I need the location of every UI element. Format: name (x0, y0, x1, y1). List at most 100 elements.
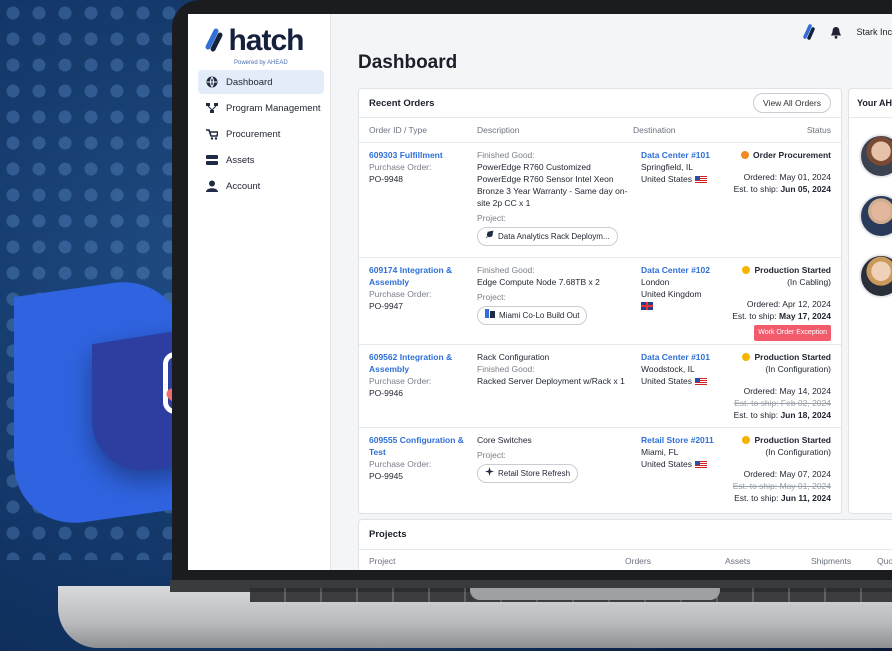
orders-table-header: Order ID / Type Description Destination … (359, 118, 841, 143)
exception-badge[interactable]: Work Order Exception (754, 325, 831, 341)
table-row[interactable]: 609562 Integration & Assembly Purchase O… (359, 345, 841, 428)
status-badge: Production Started (731, 264, 831, 276)
status-badge: Production Started (731, 351, 831, 363)
project-label: Project: (477, 213, 506, 223)
server-icon (206, 154, 218, 166)
hatch-logo-icon (205, 28, 223, 52)
table-row[interactable]: 609174 Integration & Assembly Purchase O… (359, 258, 841, 345)
description-text: Racked Server Deployment w/Rack x 1 (477, 376, 625, 386)
po-number: PO-9945 (369, 471, 404, 481)
ship-date: Jun 18, 2024 (780, 410, 831, 420)
status-dot-icon (742, 436, 751, 444)
uk-flag-icon (641, 302, 653, 310)
ship-date-line: Est. to ship: Jun 11, 2024 (731, 492, 831, 504)
status-dot-icon (742, 266, 751, 274)
description-label: Finished Good: (477, 364, 535, 374)
column-header[interactable]: Shipments (811, 556, 851, 566)
order-id-link[interactable]: 609174 Integration & Assembly (369, 264, 477, 288)
order-id-link[interactable]: 609562 Integration & Assembly (369, 351, 477, 375)
brand-name: hatch (228, 24, 304, 57)
projects-panel: Projects Project Orders Assets Shipments… (358, 519, 892, 570)
description-text: Edge Compute Node 7.68TB x 2 (477, 277, 600, 287)
project-chip-label: Data Analytics Rack Deploym... (498, 231, 610, 241)
description-title: Rack Configuration (477, 352, 550, 362)
avatar[interactable] (859, 194, 892, 238)
column-header[interactable]: Orders (625, 556, 651, 566)
cart-icon (206, 128, 218, 140)
previous-ship-date: Est. to ship: May 01, 2024 (732, 481, 831, 491)
status-badge: Order Procurement (731, 149, 831, 161)
user-icon (206, 180, 218, 192)
column-header[interactable]: Description (477, 125, 633, 135)
us-flag-icon (695, 461, 708, 469)
column-header[interactable]: Status (723, 125, 831, 135)
ordered-date: Ordered: May 01, 2024 (743, 172, 831, 182)
ship-date-line: Est. to ship: Jun 05, 2024 (731, 183, 831, 195)
ship-label: Est. to ship: (733, 184, 779, 194)
bell-icon[interactable] (830, 26, 842, 39)
status-dot-icon (741, 151, 750, 159)
table-row[interactable]: 609555 Configuration & Test Purchase Ord… (359, 428, 841, 513)
description-label: Finished Good: (477, 150, 535, 160)
description-label: Finished Good: (477, 265, 535, 275)
recent-orders-header: Recent Orders View All Orders (359, 89, 841, 118)
brand-logo[interactable]: hatch Powered by AHEAD (204, 24, 304, 66)
hatch-logo-icon[interactable] (802, 23, 816, 41)
project-label: Project: (477, 450, 506, 460)
sidebar-item-dashboard[interactable]: Dashboard (198, 70, 324, 94)
ship-label: Est. to ship: (733, 410, 779, 420)
destination-name[interactable]: Data Center #102 (641, 264, 731, 276)
page-title: Dashboard (358, 52, 458, 73)
brand-tagline: Powered by AHEAD (234, 60, 288, 66)
project-chip[interactable]: Data Analytics Rack Deploym... (477, 227, 618, 246)
order-id-link[interactable]: 609555 Configuration & Test (369, 434, 477, 458)
project-chip[interactable]: Miami Co-Lo Build Out (477, 306, 588, 325)
status-text: Production Started (754, 352, 831, 362)
ordered-date: Ordered: Apr 12, 2024 (746, 299, 831, 309)
ship-label: Est. to ship: (732, 311, 777, 321)
sidebar-item-label: Program Management (226, 102, 321, 114)
status-substep: (In Cabling) (787, 277, 831, 287)
destination-country: United States (641, 174, 693, 184)
destination-country: United States (641, 459, 693, 469)
destination-name[interactable]: Data Center #101 (641, 351, 731, 363)
previous-ship-date: Est. to ship: Feb 02, 2024 (734, 398, 831, 408)
column-header[interactable]: Assets (725, 556, 751, 566)
order-id-link[interactable]: 609303 Fulfillment (369, 149, 477, 161)
destination-city: Woodstock, IL (641, 364, 695, 374)
table-row[interactable]: 609303 Fulfillment Purchase Order: PO-99… (359, 143, 841, 258)
ordered-date: Ordered: May 07, 2024 (743, 469, 831, 479)
column-header[interactable]: Order ID / Type (369, 125, 477, 135)
sidebar-item-program-management[interactable]: Program Management (198, 96, 324, 120)
status-text: Order Procurement (753, 150, 831, 160)
avatar[interactable] (859, 254, 892, 298)
column-header[interactable]: Quot (877, 556, 892, 566)
network-icon (206, 102, 218, 114)
po-label: Purchase Order: (369, 376, 432, 386)
projects-table-header: Project Orders Assets Shipments Quot (359, 550, 892, 570)
project-chip[interactable]: Retail Store Refresh (477, 464, 579, 483)
sidebar: hatch Powered by AHEAD Dashboard Program… (188, 14, 331, 570)
ship-label: Est. to ship: (734, 493, 779, 503)
column-header[interactable]: Project (369, 556, 395, 566)
view-all-orders-button[interactable]: View All Orders (753, 93, 831, 113)
us-flag-icon (695, 176, 708, 184)
recent-orders-title: Recent Orders (369, 97, 435, 109)
sidebar-item-label: Account (226, 180, 261, 192)
sidebar-item-label: Assets (226, 154, 255, 166)
sidebar-item-assets[interactable]: Assets (198, 148, 324, 172)
po-number: PO-9948 (369, 174, 404, 184)
project-chip-label: Retail Store Refresh (498, 468, 571, 478)
destination-name[interactable]: Retail Store #2011 (641, 434, 731, 446)
status-substep: (In Configuration) (765, 364, 831, 374)
org-name[interactable]: Stark Inc (856, 27, 892, 37)
projects-title: Projects (359, 520, 892, 550)
ship-date: Jun 05, 2024 (780, 184, 831, 194)
column-header[interactable]: Destination (633, 125, 723, 135)
destination-name[interactable]: Data Center #101 (641, 149, 731, 161)
avatar[interactable] (859, 134, 892, 178)
description-text: PowerEdge R760 Customized PowerEdge R760… (477, 162, 628, 208)
sidebar-item-account[interactable]: Account (198, 174, 324, 198)
building-icon (485, 309, 495, 322)
sidebar-item-procurement[interactable]: Procurement (198, 122, 324, 146)
